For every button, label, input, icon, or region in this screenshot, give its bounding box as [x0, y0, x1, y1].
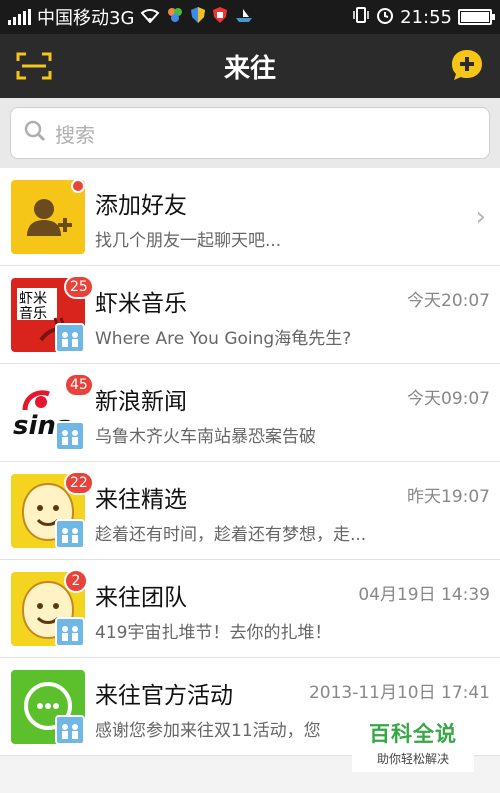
- group-icon: [55, 421, 85, 451]
- conversation-preview: 趁着还有时间，趁着还有梦想，走...: [95, 525, 367, 545]
- conversation-preview: 感谢您参加来往双11活动，您: [95, 721, 321, 741]
- watermark-subtitle: 助你轻松解决: [376, 751, 449, 766]
- vibrate-icon: [352, 6, 370, 29]
- group-icon: [55, 715, 85, 745]
- conversation-time: 今天20:07: [407, 291, 490, 311]
- svg-text:音乐: 音乐: [19, 305, 47, 322]
- watermark-title: 百科全说: [369, 721, 457, 746]
- security-icon: [212, 6, 228, 29]
- list-item-add-friend[interactable]: 添加好友 找几个朋友一起聊天吧... ›: [0, 168, 500, 266]
- unread-badge: 2: [64, 569, 88, 593]
- search-input[interactable]: 搜索: [10, 107, 490, 159]
- search-icon: [23, 119, 47, 147]
- wifi-icon: [140, 7, 160, 27]
- conversation-list: 添加好友 找几个朋友一起聊天吧... › 虾米 音乐 25 虾米音乐 Where…: [0, 168, 500, 756]
- list-item-laiwang-picks[interactable]: 22 来往精选 趁着还有时间，趁着还有梦想，走... 昨天19:07: [0, 462, 500, 560]
- watermark: 百科全说 助你轻松解决: [352, 712, 474, 772]
- group-icon: [55, 519, 85, 549]
- conversation-title: 来往官方活动: [95, 683, 233, 709]
- unread-dot: [71, 179, 85, 193]
- status-bar: 中国移动3G 21:55: [0, 0, 500, 34]
- list-item-xiami[interactable]: 虾米 音乐 25 虾米音乐 Where Are You Going海龟先生? 今…: [0, 266, 500, 364]
- search-placeholder: 搜索: [55, 122, 95, 147]
- list-item-sina[interactable]: sina 45 新浪新闻 乌鲁木齐火车南站暴恐案告破 今天09:07: [0, 364, 500, 462]
- unread-badge: 22: [64, 471, 94, 495]
- conversation-preview: Where Are You Going海龟先生?: [95, 329, 352, 349]
- app-notification-icon: [166, 6, 184, 29]
- conversation-time: 04月19日 14:39: [358, 585, 490, 605]
- signal-icon: [8, 9, 31, 25]
- group-icon: [55, 617, 85, 647]
- page-title: 来往: [223, 53, 276, 84]
- search-area: 搜索: [0, 98, 500, 168]
- group-icon: [55, 323, 85, 353]
- battery-icon: [458, 9, 495, 25]
- conversation-title: 来往团队: [95, 585, 187, 611]
- conversation-preview: 乌鲁木齐火车南站暴恐案告破: [95, 427, 316, 447]
- conversation-time: 昨天19:07: [407, 487, 490, 507]
- boat-icon: [234, 7, 254, 28]
- conversation-preview: 找几个朋友一起聊天吧...: [95, 231, 282, 251]
- alarm-icon: [376, 6, 394, 29]
- clock-time: 21:55: [400, 6, 452, 28]
- conversation-title: 来往精选: [95, 487, 187, 513]
- conversation-preview: 419宇宙扎堆节！去你的扎堆！: [95, 623, 332, 643]
- conversation-title: 虾米音乐: [95, 291, 187, 317]
- conversation-title: 新浪新闻: [95, 389, 187, 415]
- unread-badge: 25: [64, 275, 94, 299]
- svg-text:虾米: 虾米: [19, 291, 47, 307]
- conversation-title: 添加好友: [95, 193, 187, 219]
- chat-add-icon[interactable]: [450, 48, 484, 82]
- unread-badge: 45: [64, 373, 94, 397]
- nav-bar: 来往: [0, 34, 500, 98]
- shield-icon: [190, 6, 206, 29]
- carrier-label: 中国移动3G: [37, 8, 135, 29]
- conversation-time: 2013-11月10日 17:41: [308, 683, 490, 703]
- scan-icon[interactable]: [14, 50, 54, 82]
- conversation-time: 今天09:07: [407, 389, 490, 409]
- chevron-right-icon: ›: [475, 202, 486, 232]
- list-item-laiwang-team[interactable]: 2 来往团队 419宇宙扎堆节！去你的扎堆！ 04月19日 14:39: [0, 560, 500, 658]
